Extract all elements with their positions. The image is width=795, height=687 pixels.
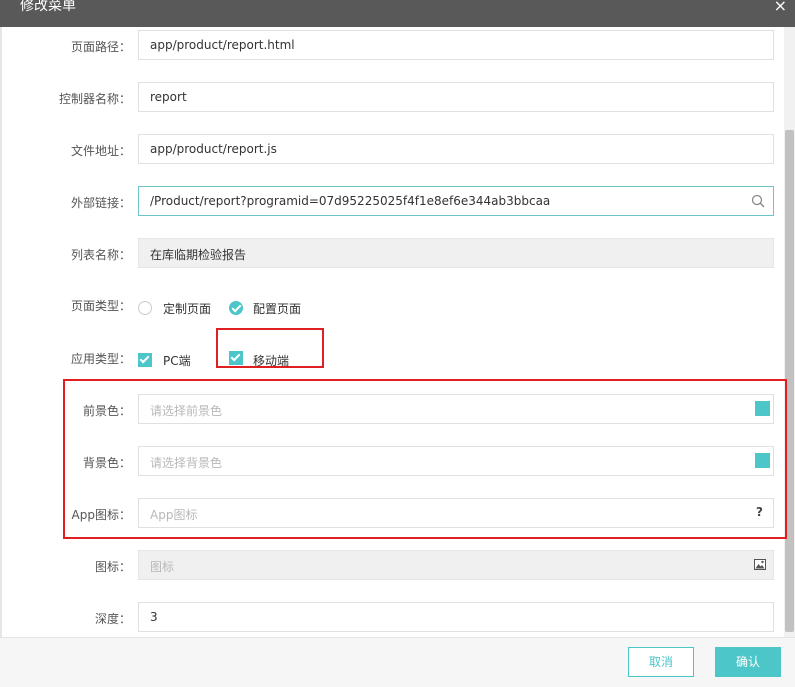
external-link-input[interactable]: /Product/report?programid=07d95225025f4f… xyxy=(138,186,774,216)
scrollbar[interactable] xyxy=(784,27,795,637)
radio-custom-page[interactable] xyxy=(138,301,152,315)
icon-placeholder: 图标 xyxy=(150,560,175,574)
page-type-row: 页面类型： 定制页面 配置页面 xyxy=(0,297,784,329)
file-address-label: 文件地址： xyxy=(70,144,131,158)
close-icon[interactable]: × xyxy=(774,0,787,15)
app-type-row: 应用类型： PC端 移动端 xyxy=(0,349,784,381)
radio-config-page[interactable] xyxy=(229,301,243,315)
dialog-title: 修改菜单 xyxy=(20,0,76,14)
depth-input[interactable]: 3 xyxy=(138,602,774,632)
page-path-value: app/product/report.html xyxy=(150,38,295,52)
external-link-label: 外部链接： xyxy=(70,196,131,210)
app-type-label: 应用类型： xyxy=(70,352,131,366)
page-path-row: 页面路径： app/product/report.html xyxy=(0,30,784,62)
search-icon[interactable] xyxy=(751,194,765,211)
controller-name-input[interactable]: report xyxy=(138,82,774,112)
confirm-button[interactable]: 确认 xyxy=(715,647,781,677)
file-address-value: app/product/report.js xyxy=(150,142,277,156)
file-address-row: 文件地址： app/product/report.js xyxy=(0,134,784,166)
list-name-value: 在库临期检验报告 xyxy=(150,248,247,262)
checkbox-pc[interactable] xyxy=(138,353,152,367)
controller-name-row: 控制器名称： report xyxy=(0,82,784,114)
external-link-value: /Product/report?programid=07d95225025f4f… xyxy=(150,194,551,208)
controller-name-label: 控制器名称： xyxy=(58,92,131,106)
dialog-footer: 取消 确认 xyxy=(0,637,795,687)
list-name-label: 列表名称： xyxy=(70,248,131,262)
controller-name-value: report xyxy=(150,90,187,104)
checkbox-pc-label[interactable]: PC端 xyxy=(163,352,191,369)
icon-row: 图标： 图标 xyxy=(0,550,784,582)
external-link-row: 外部链接： /Product/report?programid=07d95225… xyxy=(0,186,784,218)
depth-row: 深度： 3 xyxy=(0,602,784,634)
page-type-label: 页面类型： xyxy=(70,299,131,313)
cancel-button[interactable]: 取消 xyxy=(628,647,694,677)
radio-config-page-label[interactable]: 配置页面 xyxy=(253,300,301,317)
list-name-row: 列表名称： 在库临期检验报告 xyxy=(0,238,784,270)
dialog-titlebar: 修改菜单 × xyxy=(0,0,795,27)
highlight-box-mobile xyxy=(216,328,324,368)
depth-value: 3 xyxy=(150,610,158,624)
image-icon[interactable] xyxy=(754,559,766,573)
file-address-input[interactable]: app/product/report.js xyxy=(138,134,774,164)
page-path-label: 页面路径： xyxy=(70,40,131,54)
icon-label: 图标： xyxy=(94,560,131,574)
icon-input: 图标 xyxy=(138,550,774,580)
depth-label: 深度： xyxy=(94,612,131,626)
list-name-input: 在库临期检验报告 xyxy=(138,238,774,268)
page-path-input[interactable]: app/product/report.html xyxy=(138,30,774,60)
radio-custom-page-label[interactable]: 定制页面 xyxy=(163,300,211,317)
highlight-box-colors xyxy=(63,379,787,539)
